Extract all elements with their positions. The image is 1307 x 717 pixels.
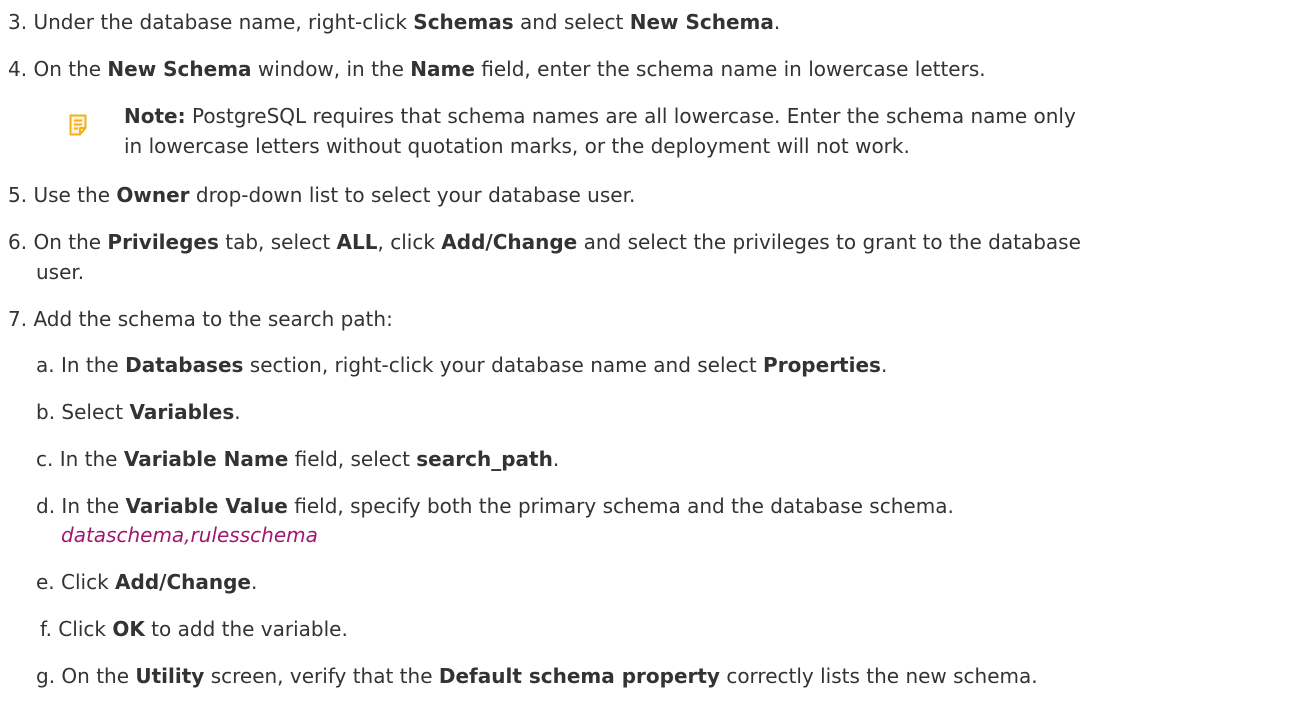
substep-letter: e. [36,570,55,594]
step-number: 4. [8,57,28,81]
ui-term-new-schema: New Schema [107,57,252,81]
note-line-2: in lowercase letters without quotation m… [124,134,910,158]
ui-term-add-change: Add/Change [441,230,578,254]
step-number: 6. [8,230,28,254]
note-label: Note: [124,104,186,128]
step-number: 5. [8,183,28,207]
step-4: 4. On the New Schema window, in the Name… [8,57,986,81]
substep-f: f. Click OK to add the variable. [40,617,348,641]
step-6: 6. On the Privileges tab, select ALL, cl… [8,230,1081,254]
ui-term-add-change: Add/Change [115,570,251,594]
step-number: 3. [8,10,28,34]
ui-term-owner: Owner [116,183,190,207]
step-5: 5. Use the Owner drop-down list to selec… [8,183,636,207]
substep-letter: a. [36,353,55,377]
ui-term-privileges: Privileges [107,230,219,254]
ui-term-utility: Utility [135,664,205,688]
ui-term-default-schema-property: Default schema property [438,664,720,688]
step-7: 7. Add the schema to the search path: [8,307,393,331]
ui-term-new-schema: New Schema [629,10,774,34]
substep-b: b. Select Variables. [36,400,241,424]
ui-term-databases: Databases [125,353,244,377]
substep-a: a. In the Databases section, right-click… [36,353,888,377]
substep-g: g. On the Utility screen, verify that th… [36,664,1038,688]
substep-letter: c. [36,447,54,471]
substep-letter: b. [36,400,56,424]
ui-term-name: Name [410,57,475,81]
variable-value-example: dataschema,rulesschema [61,523,318,547]
ui-term-variables: Variables [129,400,235,424]
ui-term-variable-value: Variable Value [125,494,288,518]
document-page: 3. Under the database name, right-click … [0,0,1307,717]
note-icon [69,114,87,136]
substep-e: e. Click Add/Change. [36,570,258,594]
ui-term-schemas: Schemas [413,10,514,34]
step-6-continuation: user. [36,260,85,284]
note-line-1: Note: PostgreSQL requires that schema na… [124,104,1076,128]
ui-term-ok: OK [112,617,145,641]
ui-term-variable-name: Variable Name [123,447,289,471]
ui-term-properties: Properties [763,353,881,377]
step-number: 7. [8,307,28,331]
substep-letter: d. [36,494,56,518]
substep-c: c. In the Variable Name field, select se… [36,447,560,471]
substep-d: d. In the Variable Value field, specify … [36,494,954,518]
ui-term-all: ALL [336,230,378,254]
step-3: 3. Under the database name, right-click … [8,10,781,34]
ui-term-search-path: search_path [416,447,553,471]
substep-letter: f. [40,617,52,641]
substep-letter: g. [36,664,56,688]
